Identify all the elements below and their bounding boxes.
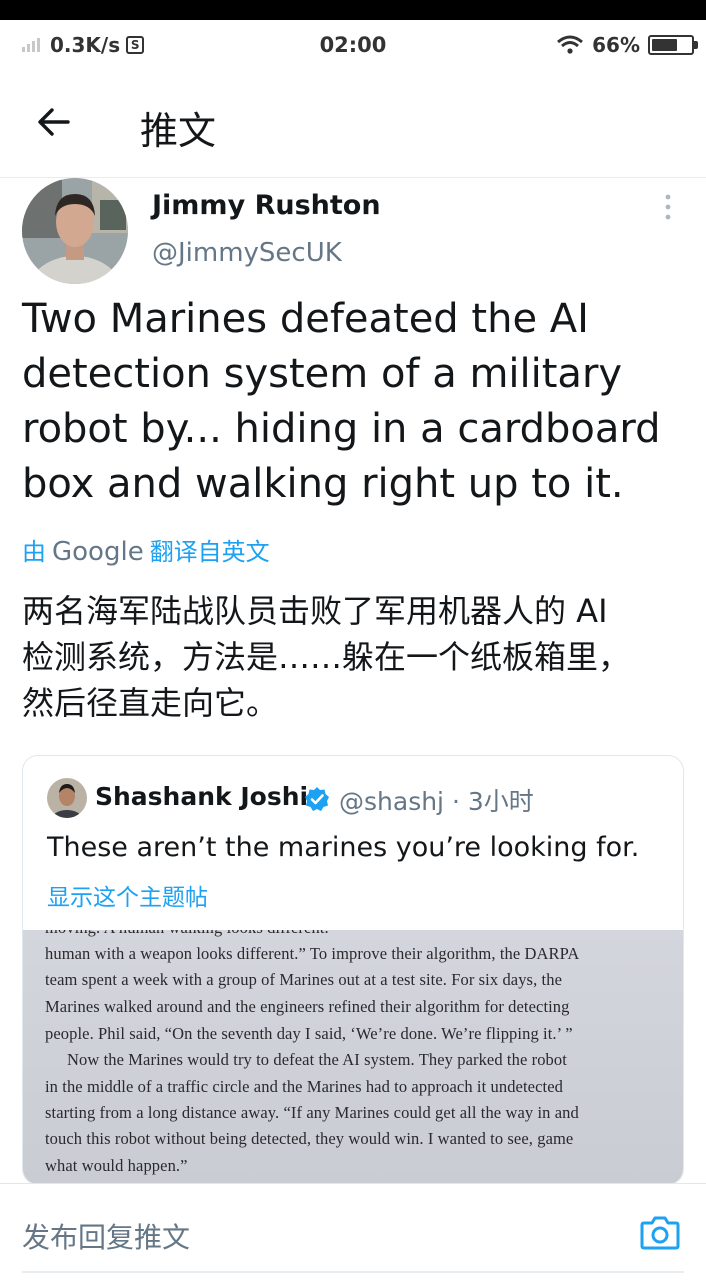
quoted-image[interactable]: moving. A human walking looks different.… — [23, 930, 683, 1184]
translated-line: 然后径直走向它。 — [22, 684, 279, 722]
translated-line: 两名海军陆战队员击败了军用机器人的 AI — [22, 592, 608, 630]
status-right: 66% — [556, 33, 698, 57]
translate-label: 翻译自英文 — [149, 538, 270, 566]
author-handle[interactable]: @JimmySecUK — [152, 238, 342, 268]
reply-input[interactable]: 发布回复推文 — [22, 1216, 190, 1256]
reply-bar: 发布回复推文 — [0, 1183, 706, 1280]
book-text-line: people. Phil said, “On the seventh day I… — [45, 1024, 573, 1043]
book-text-line: Now the Marines would try to defeat the … — [67, 1050, 567, 1069]
translate-prefix: 由 — [22, 538, 46, 566]
book-text-line: Marines walked around and the engineers … — [45, 997, 570, 1016]
author-name[interactable]: Jimmy Rushton — [152, 190, 381, 221]
device-top-bezel — [0, 0, 706, 20]
book-text-line: team spent a week with a group of Marine… — [45, 970, 562, 989]
page-title: 推文 — [140, 109, 217, 153]
book-text-line: starting from a long distance away. “If … — [45, 1103, 579, 1122]
battery-percent: 66% — [592, 33, 640, 57]
status-bar: 0.3K/s S 02:00 66% — [0, 20, 706, 70]
quoted-avatar — [47, 778, 87, 818]
battery-fill — [652, 39, 678, 51]
avatar[interactable] — [22, 178, 128, 284]
tweet-line: Two Marines defeated the AI — [22, 296, 589, 342]
quoted-tweet-card[interactable]: Shashank Joshi @shashj · 3小时 These aren’… — [22, 755, 684, 1185]
tweet-text: Two Marines defeated the AI detection sy… — [22, 292, 692, 512]
camera-icon[interactable] — [640, 1214, 680, 1250]
quoted-text: These aren’t the marines you’re looking … — [47, 832, 640, 863]
battery-icon — [648, 35, 698, 55]
book-text-line: human with a weapon looks different.” To… — [45, 944, 580, 963]
translated-line: 检测系统，方法是……躲在一个纸板箱里， — [22, 638, 631, 676]
translated-text: 两名海军陆战队员击败了军用机器人的 AI 检测系统，方法是……躲在一个纸板箱里，… — [22, 588, 692, 726]
book-text-line: what would happen.” — [45, 1156, 188, 1175]
verified-badge-icon — [305, 787, 329, 811]
tweet-line: box and walking right up to it. — [22, 461, 624, 507]
show-thread-link[interactable]: 显示这个主题帖 — [47, 878, 208, 912]
book-text-line: in the middle of a traffic circle and th… — [45, 1077, 563, 1096]
google-logo: Google — [52, 537, 144, 567]
book-text-line: touch this robot without being detected,… — [45, 1129, 574, 1148]
divider — [22, 1271, 684, 1273]
arrow-left-icon[interactable] — [34, 102, 74, 142]
header: 推文 — [0, 70, 706, 178]
translation-attribution[interactable]: 由 Google 翻译自英文 — [22, 532, 270, 567]
quoted-author-name: Shashank Joshi — [95, 782, 309, 811]
wifi-icon — [557, 35, 584, 54]
more-vertical-icon[interactable] — [656, 192, 680, 224]
tweet-line: detection system of a military — [22, 351, 623, 397]
quoted-handle-time: @shashj · 3小时 — [339, 787, 534, 816]
book-text-line: moving. A human walking looks different. — [45, 930, 329, 938]
tweet-line: robot by... hiding in a cardboard — [22, 406, 661, 452]
